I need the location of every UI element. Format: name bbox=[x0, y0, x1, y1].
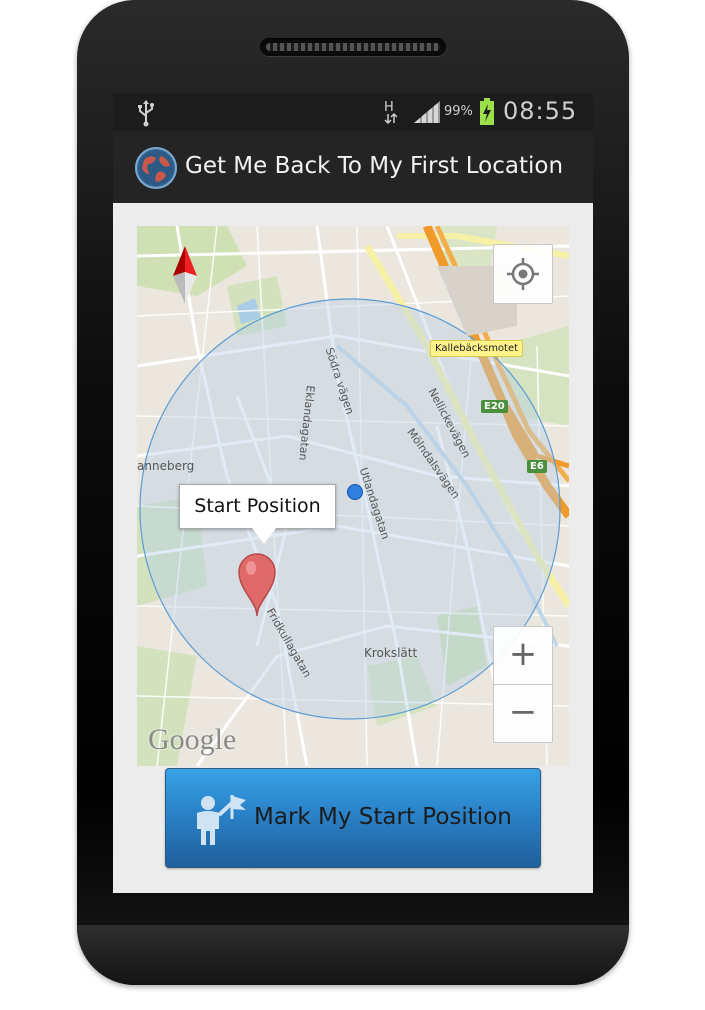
area-label-krokslatt: Krokslätt bbox=[364, 646, 418, 660]
road-shield-e20: E20 bbox=[481, 400, 508, 413]
mark-start-position-label: Mark My Start Position bbox=[254, 804, 512, 830]
battery-charging-icon bbox=[480, 98, 494, 125]
start-position-info-window[interactable]: Start Position bbox=[179, 484, 336, 544]
zoom-in-button[interactable]: + bbox=[493, 626, 553, 685]
status-bar: H 99% 08:55 bbox=[113, 93, 593, 131]
battery-percentage: 99% bbox=[444, 104, 473, 119]
action-bar: Get Me Back To My First Location bbox=[113, 131, 593, 203]
place-label-kallebacksmotet: Kallebäcksmotet bbox=[430, 340, 524, 357]
svg-text:H: H bbox=[384, 100, 394, 115]
network-type-icon: H bbox=[384, 100, 398, 125]
map-marker-icon[interactable] bbox=[237, 552, 277, 618]
info-window-title: Start Position bbox=[194, 495, 321, 517]
usb-icon bbox=[138, 100, 154, 127]
globe-icon[interactable] bbox=[134, 146, 178, 190]
my-location-button[interactable] bbox=[493, 244, 553, 304]
zoom-out-button[interactable]: − bbox=[493, 684, 553, 743]
status-clock: 08:55 bbox=[503, 97, 578, 125]
crosshair-icon bbox=[507, 258, 539, 290]
google-attribution: Google bbox=[148, 723, 237, 756]
signal-icon bbox=[414, 101, 440, 123]
app-title: Get Me Back To My First Location bbox=[185, 153, 564, 179]
device-screen: H 99% 08:55 Get Me Back To My First Loca… bbox=[113, 93, 593, 893]
current-location-dot bbox=[347, 484, 363, 500]
area-label-johanneberg: anneberg bbox=[137, 459, 195, 473]
road-shield-e6: E6 bbox=[527, 460, 547, 473]
compass-icon[interactable] bbox=[171, 244, 199, 306]
mark-start-position-button[interactable]: Mark My Start Position bbox=[165, 768, 541, 868]
flag-person-icon bbox=[197, 795, 246, 845]
map-view[interactable]: Södra vägen Eklandagatan Nellickevägen M… bbox=[137, 226, 569, 766]
speaker-grille bbox=[260, 38, 446, 56]
